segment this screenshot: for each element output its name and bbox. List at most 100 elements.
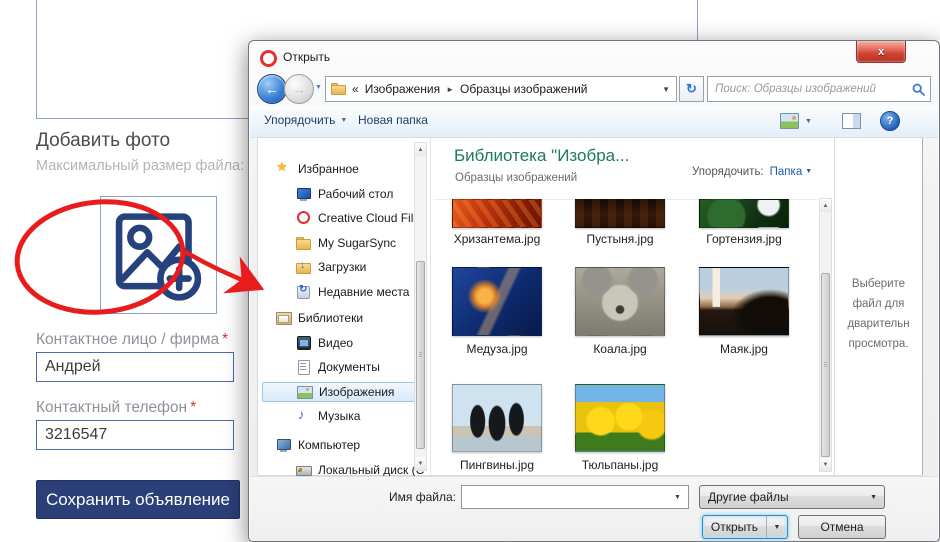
contact-name-label: Контактное лицо / фирма* bbox=[36, 331, 228, 349]
screen: Добавить фото Максимальный размер файла:… bbox=[0, 0, 940, 542]
file-list-scrollbar[interactable]: ▲ ▼ bbox=[819, 198, 832, 472]
breadcrumb[interactable]: « Изображения ► Образцы изображений ▼ bbox=[325, 76, 677, 102]
library-title: Библиотека "Изобра... bbox=[454, 146, 629, 166]
refresh-button[interactable]: ↻ bbox=[679, 76, 704, 102]
sidebar-group-libraries[interactable]: Библиотеки bbox=[262, 308, 426, 328]
scrollbar-thumb[interactable] bbox=[416, 261, 425, 449]
preview-pane-icon[interactable] bbox=[842, 113, 861, 129]
add-photo-heading: Добавить фото bbox=[36, 130, 170, 152]
photo-upload-dropzone[interactable] bbox=[100, 196, 217, 314]
forward-button[interactable]: → bbox=[284, 74, 314, 104]
scroll-down-icon[interactable]: ▼ bbox=[415, 457, 426, 470]
file-name-label: Имя файла: bbox=[350, 490, 456, 504]
file-thumbnail-chrysanthemum[interactable] bbox=[452, 199, 542, 228]
file-name[interactable]: Хризантема.jpg bbox=[436, 232, 558, 246]
open-button[interactable]: Открыть ▼ bbox=[702, 515, 788, 539]
file-name[interactable]: Пустыня.jpg bbox=[559, 232, 681, 246]
opera-icon bbox=[260, 50, 277, 67]
organize-menu[interactable]: Упорядочить▼ bbox=[264, 113, 347, 127]
cancel-button[interactable]: Отмена bbox=[798, 515, 886, 539]
arrange-by: Упорядочить:Папка▼ bbox=[692, 166, 812, 178]
file-name[interactable]: Медуза.jpg bbox=[436, 342, 558, 356]
file-thumbnail-desert[interactable] bbox=[575, 199, 665, 228]
folder-icon bbox=[331, 83, 346, 95]
save-listing-button[interactable]: Сохранить объявление bbox=[36, 480, 240, 519]
file-name[interactable]: Маяк.jpg bbox=[683, 342, 805, 356]
breadcrumb-collapsed[interactable]: « bbox=[352, 82, 359, 96]
scroll-down-icon[interactable]: ▼ bbox=[820, 458, 831, 471]
phone-label: Контактный телефон* bbox=[36, 399, 196, 417]
sidebar-item-pictures[interactable]: Изображения bbox=[262, 382, 426, 402]
dialog-footer: Имя файла: ▼ Другие файлы ▼ Открыть ▼ От… bbox=[250, 476, 938, 541]
close-button[interactable]: x bbox=[856, 41, 906, 63]
file-name[interactable]: Пингвины.jpg bbox=[436, 458, 558, 472]
required-asterisk: * bbox=[222, 331, 228, 348]
scroll-up-icon[interactable]: ▲ bbox=[415, 143, 426, 156]
pictures-icon bbox=[297, 385, 313, 399]
open-split-dropdown-icon[interactable]: ▼ bbox=[766, 516, 787, 538]
phone-input[interactable] bbox=[36, 420, 234, 450]
contact-name-input[interactable] bbox=[36, 352, 234, 382]
file-name[interactable]: Гортензия.jpg bbox=[683, 232, 805, 246]
documents-icon bbox=[296, 360, 312, 374]
add-image-icon bbox=[111, 211, 206, 303]
new-folder-button[interactable]: Новая папка bbox=[358, 113, 428, 127]
music-icon bbox=[296, 409, 312, 423]
file-thumbnail-tulips[interactable] bbox=[575, 384, 665, 452]
breadcrumb-item[interactable]: Образцы изображений bbox=[460, 82, 587, 96]
dialog-title: Открыть bbox=[283, 50, 330, 64]
arrange-value-link[interactable]: Папка bbox=[770, 166, 803, 178]
dialog-content: Избранное Рабочий стол Creative Cloud Fi… bbox=[257, 137, 923, 476]
chevron-down-icon: ▼ bbox=[870, 494, 877, 501]
chevron-down-icon: ▼ bbox=[340, 117, 347, 124]
desktop-icon bbox=[296, 187, 312, 201]
downloads-icon bbox=[296, 260, 312, 274]
help-icon[interactable]: ? bbox=[880, 111, 900, 131]
preview-pane: Выберите файл для дварительн просмотра. bbox=[835, 138, 922, 475]
file-name-input[interactable] bbox=[464, 488, 664, 508]
back-arrow-icon: ← bbox=[265, 81, 279, 97]
creative-cloud-icon bbox=[296, 211, 312, 225]
file-thumbnail-koala[interactable] bbox=[575, 267, 665, 336]
file-thumbnail-penguins[interactable] bbox=[452, 384, 542, 452]
open-file-dialog: Открыть x ← → ▼ « Изображения ► Образцы … bbox=[248, 40, 940, 542]
scroll-up-icon[interactable]: ▲ bbox=[820, 199, 831, 212]
file-name[interactable]: Тюльпаны.jpg bbox=[559, 458, 681, 472]
preview-pane-edge bbox=[922, 138, 923, 475]
max-file-size-note: Максимальный размер файла: 1 bbox=[36, 158, 256, 174]
back-button[interactable]: ← bbox=[257, 74, 287, 104]
chevron-down-icon: ▼ bbox=[805, 168, 812, 175]
command-toolbar: Упорядочить▼ Новая папка ▼ ? bbox=[250, 105, 938, 138]
search-placeholder: Поиск: Образцы изображений bbox=[715, 83, 876, 95]
file-name-combo[interactable]: ▼ bbox=[461, 485, 689, 509]
history-chevron-icon[interactable]: ▼ bbox=[315, 84, 322, 91]
sidebar-group-favorites[interactable]: Избранное bbox=[262, 159, 426, 179]
breadcrumb-item[interactable]: Изображения bbox=[365, 82, 440, 96]
file-thumbnail-lighthouse[interactable] bbox=[699, 267, 789, 336]
file-thumbnail-hydrangea[interactable] bbox=[699, 199, 789, 228]
views-icon[interactable] bbox=[780, 113, 799, 129]
video-icon bbox=[296, 336, 312, 350]
recent-places-icon bbox=[296, 285, 312, 299]
search-input[interactable]: Поиск: Образцы изображений bbox=[707, 76, 931, 102]
sidebar-scrollbar[interactable]: ▲ ▼ bbox=[414, 142, 427, 471]
libraries-icon bbox=[276, 311, 292, 325]
close-icon: x bbox=[878, 46, 884, 58]
refresh-icon: ↻ bbox=[686, 81, 697, 97]
required-asterisk: * bbox=[190, 399, 196, 416]
preview-placeholder-text: Выберите файл для дварительн просмотра. bbox=[835, 274, 922, 354]
library-subtitle: Образцы изображений bbox=[455, 172, 577, 184]
scrollbar-thumb[interactable] bbox=[821, 273, 830, 457]
star-icon bbox=[276, 162, 292, 176]
sidebar-group-computer[interactable]: Компьютер bbox=[262, 435, 426, 455]
breadcrumb-dropdown-icon[interactable]: ▼ bbox=[662, 85, 670, 94]
views-chevron-icon[interactable]: ▼ bbox=[805, 118, 812, 125]
folder-icon bbox=[296, 236, 312, 250]
combo-dropdown-icon[interactable]: ▼ bbox=[667, 486, 688, 508]
computer-icon bbox=[276, 438, 292, 452]
file-type-select[interactable]: Другие файлы ▼ bbox=[699, 485, 885, 509]
forward-arrow-icon: → bbox=[292, 81, 306, 97]
file-thumbnail-jellyfish[interactable] bbox=[452, 267, 542, 336]
file-name[interactable]: Коала.jpg bbox=[559, 342, 681, 356]
local-disk-icon bbox=[296, 463, 312, 477]
